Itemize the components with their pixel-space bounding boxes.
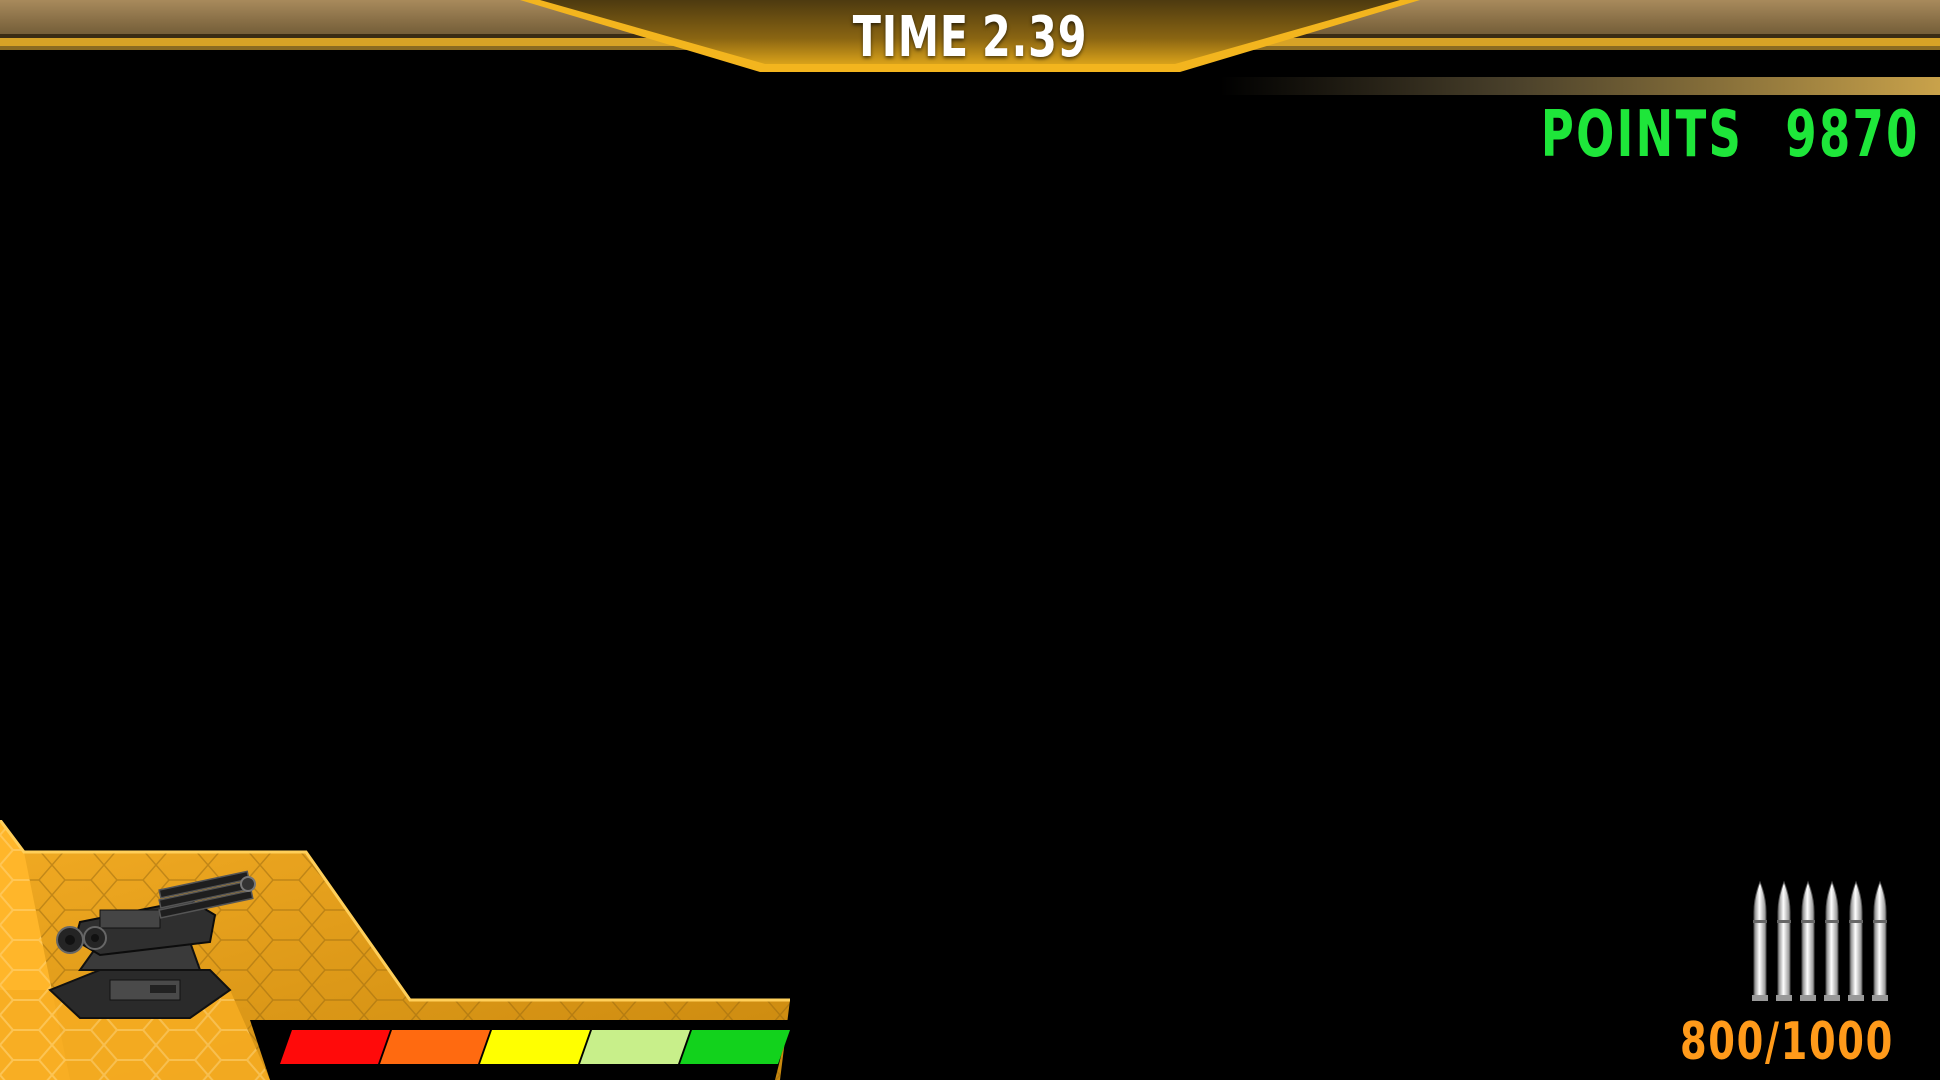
score-value: 9870 — [1785, 98, 1920, 172]
timer-value: 2.39 — [982, 4, 1088, 70]
bullet-icon — [1824, 880, 1840, 1001]
score-underline — [1220, 77, 1940, 95]
health-segment — [280, 1030, 390, 1064]
health-segment — [380, 1030, 490, 1064]
health-segment — [680, 1030, 790, 1064]
bullet-icon — [1776, 880, 1792, 1001]
game-screen: TIME 2.39 POINTS 9870 800/1000 — [0, 0, 1940, 1080]
timer-display: TIME 2.39 — [847, 4, 1093, 70]
ammo-count: 800/1000 — [1680, 1012, 1894, 1072]
bullet-icon — [1752, 880, 1768, 1001]
score-label: POINTS — [1541, 98, 1744, 172]
bullet-icon — [1848, 880, 1864, 1001]
health-segment — [580, 1030, 690, 1064]
health-segment — [480, 1030, 590, 1064]
score-display: POINTS 9870 — [1541, 98, 1920, 172]
bullet-icon — [1872, 880, 1888, 1001]
ammo-icons — [1752, 880, 1888, 1001]
gatling-turret-icon — [48, 870, 256, 1019]
timer-label: TIME — [852, 4, 969, 70]
health-bar — [280, 1030, 790, 1064]
bullet-icon — [1800, 880, 1816, 1001]
